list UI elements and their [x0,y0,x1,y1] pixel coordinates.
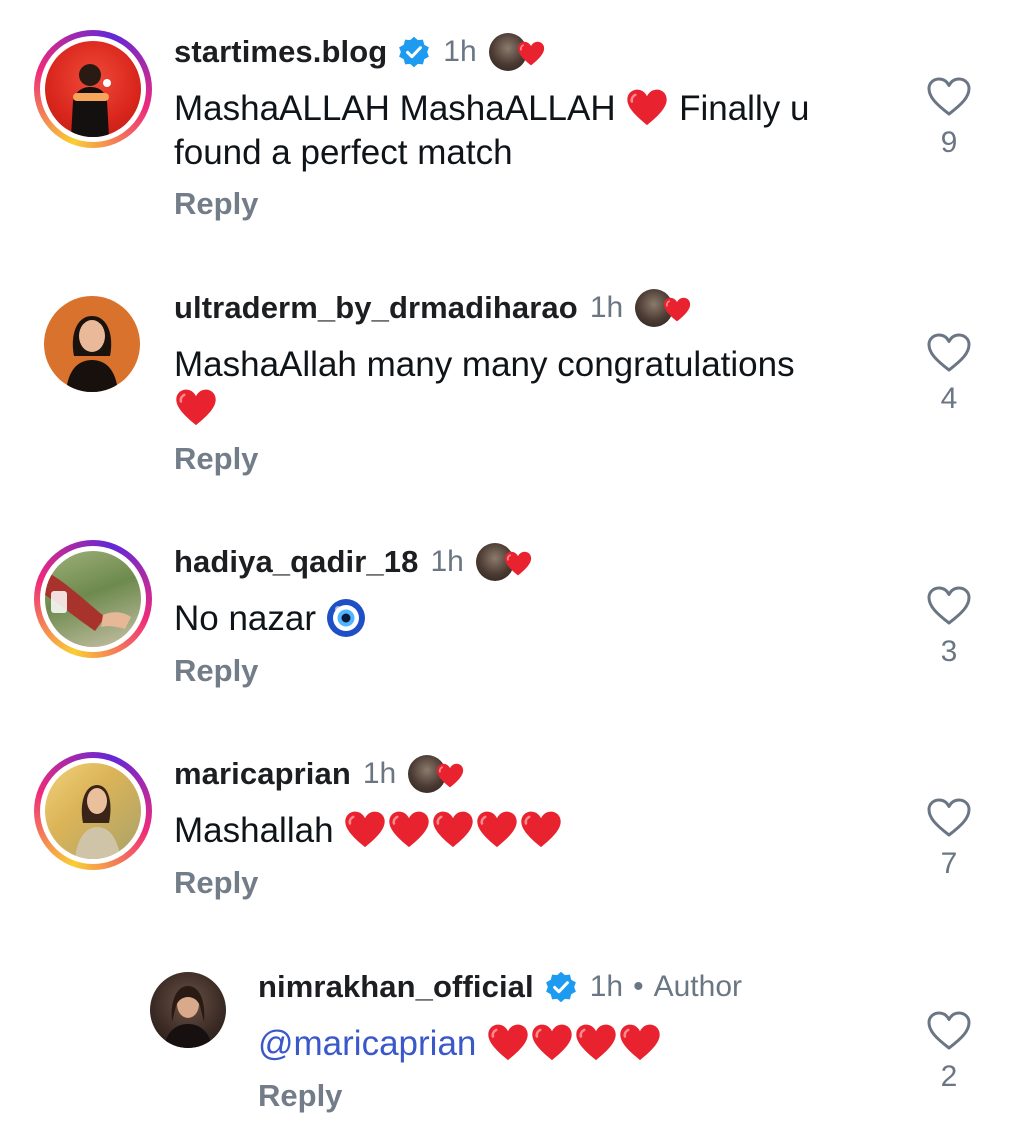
reply-button[interactable]: Reply [258,1078,342,1114]
red-heart-emoji-icon [575,1023,617,1063]
avatar[interactable] [34,752,152,870]
verified-badge-icon [397,35,431,69]
verified-badge-icon [544,970,578,1004]
like-count: 9 [940,126,958,159]
like-heart-icon[interactable] [926,1010,972,1052]
comment-text: @maricaprian [258,1022,978,1066]
red-heart-emoji-icon [531,1023,573,1063]
like-heart-icon[interactable] [926,332,972,374]
timestamp: 1h [589,970,624,1003]
red-heart-emoji-icon [626,88,668,128]
username[interactable]: startimes.blog [174,34,387,70]
author-label: Author [653,970,742,1003]
reply-button[interactable]: Reply [174,865,258,901]
comment-text: No nazar [174,597,894,641]
red-heart-emoji-icon [487,1023,529,1063]
timestamp: 1h [589,291,624,324]
mention-link[interactable]: @maricaprian [258,1024,476,1063]
username[interactable]: hadiya_qadir_18 [174,544,418,580]
avatar[interactable] [34,540,152,658]
like-heart-icon[interactable] [926,76,972,118]
red-heart-emoji-icon [175,388,217,428]
red-heart-emoji-icon [476,810,518,850]
red-heart-emoji-icon [619,1023,661,1063]
avatar[interactable] [44,296,140,392]
timestamp: 1h [430,545,464,578]
like-heart-icon[interactable] [926,585,972,627]
avatar[interactable] [150,972,226,1048]
comment-text: MashaALLAH MashaALLAH Finally u found a … [174,88,810,172]
separator-dot: • [633,970,644,1003]
comment-text: MashaAllah many many congratulations [174,343,894,431]
timestamp: 1h [443,35,477,68]
red-heart-emoji-icon [388,810,430,850]
author-liked-icon [475,541,536,583]
reply-button[interactable]: Reply [174,653,258,689]
like-count: 3 [940,635,958,668]
username[interactable]: ultraderm_by_drmadiharao [174,290,578,326]
avatar[interactable] [34,30,152,148]
comment-text: Mashallah [174,809,894,853]
timestamp: 1h [362,757,397,790]
reply-button[interactable]: Reply [174,441,258,477]
like-count: 2 [940,1060,958,1093]
author-liked-icon [408,753,468,795]
username[interactable]: nimrakhan_official [258,969,534,1005]
reply-button[interactable]: Reply [174,186,258,222]
red-heart-emoji-icon [520,810,562,850]
username[interactable]: maricaprian [174,756,351,792]
red-heart-emoji-icon [432,810,474,850]
nazar-amulet-emoji-icon [326,599,365,637]
author-liked-icon [488,31,549,73]
red-heart-emoji-icon [344,810,386,850]
like-count: 4 [940,382,958,415]
like-heart-icon[interactable] [926,797,972,839]
author-liked-icon [635,287,695,329]
like-count: 7 [940,847,958,880]
